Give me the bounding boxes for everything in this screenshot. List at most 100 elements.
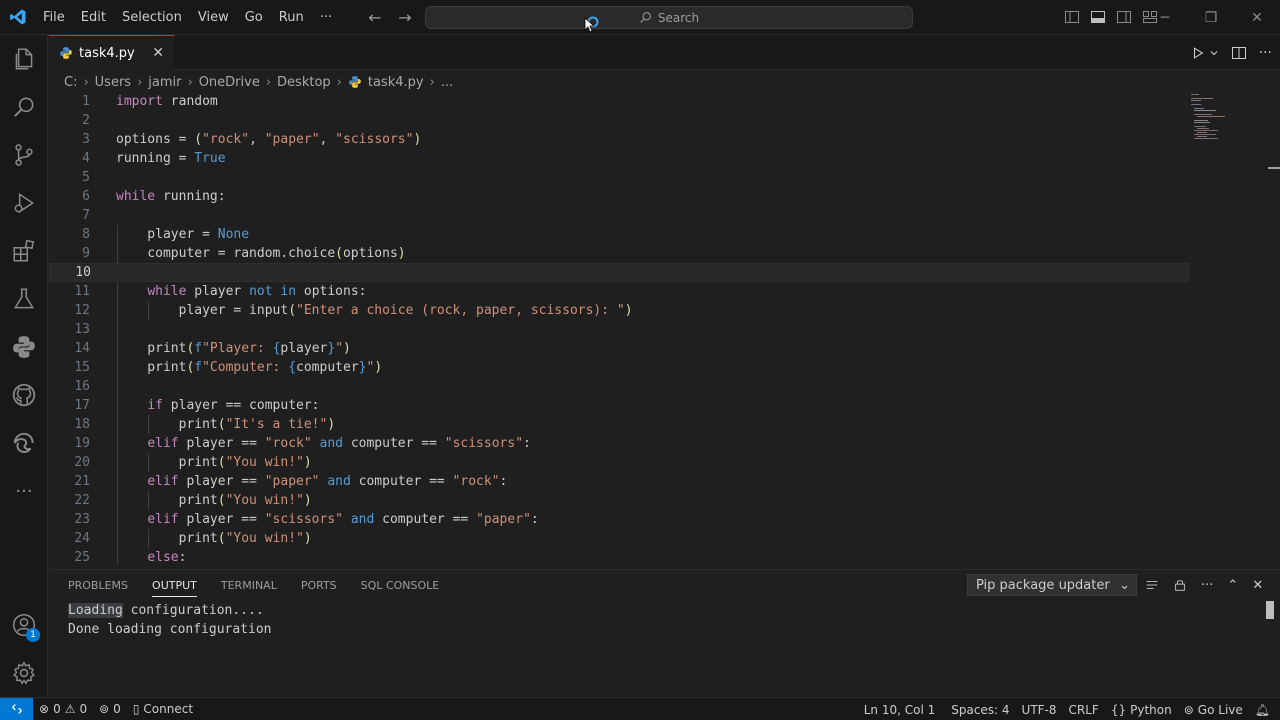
breadcrumb-file[interactable]: task4.py <box>368 75 424 90</box>
tab-problems[interactable]: PROBLEMS <box>68 579 128 592</box>
lock-scroll-icon[interactable] <box>1173 578 1187 592</box>
panel-actions: ··· ⌃ ✕ <box>1145 570 1263 600</box>
line-number: 6 <box>82 189 90 204</box>
close-tab-icon[interactable]: ✕ <box>152 45 164 61</box>
line-number: 1 <box>82 94 90 109</box>
close-window-icon[interactable]: ✕ <box>1234 0 1280 35</box>
menu-edit[interactable]: Edit <box>73 0 114 35</box>
back-arrow-icon[interactable]: ← <box>365 8 385 27</box>
toggle-secondary-sidebar-icon[interactable] <box>1116 9 1132 25</box>
run-dropdown-chevron-icon[interactable] <box>1209 48 1219 58</box>
line-number: 8 <box>82 227 90 242</box>
menu-view[interactable]: View <box>190 0 237 35</box>
split-editor-icon[interactable] <box>1231 45 1247 61</box>
problems-status[interactable]: ⊗ 0 ⚠ 0 <box>33 702 93 716</box>
bottom-panel: PROBLEMS OUTPUT TERMINAL PORTS SQL CONSO… <box>49 569 1280 697</box>
breadcrumb-jamir[interactable]: jamir <box>148 75 181 90</box>
explorer-icon[interactable] <box>0 35 48 83</box>
breadcrumb-drive[interactable]: C: <box>64 75 77 90</box>
maximize-panel-chevron-up-icon[interactable]: ⌃ <box>1227 578 1238 593</box>
code-text: print(f"Player: {player}") <box>116 341 351 356</box>
github-icon[interactable] <box>0 371 48 419</box>
code-line: 6 while running: <box>49 187 1189 206</box>
breadcrumb-symbol[interactable]: ... <box>441 75 453 90</box>
run-debug-icon[interactable] <box>0 179 48 227</box>
panel-more-icon[interactable]: ··· <box>1201 578 1213 593</box>
minimap[interactable] <box>1191 92 1251 142</box>
toggle-primary-sidebar-icon[interactable] <box>1064 9 1080 25</box>
code-line: 18 print("It's a tie!") <box>49 415 1189 434</box>
menu-more[interactable]: ··· <box>312 0 340 35</box>
breadcrumb-users[interactable]: Users <box>95 75 131 90</box>
notifications-bell-icon[interactable]: 🔔︎ <box>1249 703 1276 717</box>
settings-gear-icon[interactable] <box>0 649 48 697</box>
tab-ports[interactable]: PORTS <box>301 579 337 592</box>
code-text: computer = random.choice(options) <box>116 246 406 261</box>
toggle-panel-icon[interactable] <box>1090 9 1106 25</box>
code-text: elif player == "scissors" and computer =… <box>147 512 539 527</box>
editor-tab-bar: task4.py ✕ ··· <box>49 35 1280 70</box>
tab-sql-console[interactable]: SQL CONSOLE <box>361 579 440 592</box>
tab-terminal[interactable]: TERMINAL <box>221 579 277 592</box>
chevron-right-icon: › <box>137 74 143 90</box>
tab-output[interactable]: OUTPUT <box>152 579 197 597</box>
editor-more-actions-icon[interactable]: ··· <box>1259 45 1272 61</box>
code-text: elif player == "rock" and computer == "s… <box>147 436 531 451</box>
minimize-icon[interactable]: ─ <box>1142 0 1188 35</box>
clear-output-icon[interactable] <box>1145 578 1159 592</box>
python-file-icon <box>60 47 72 59</box>
vscode-logo-icon <box>0 0 35 35</box>
search-view-icon[interactable] <box>0 83 48 131</box>
code-editor[interactable]: 1 import random 2 3 options = ("rock", "pa… <box>49 92 1280 564</box>
code-line-active: 10 <box>49 263 1189 282</box>
extensions-icon[interactable] <box>0 227 48 275</box>
breadcrumb-onedrive[interactable]: OneDrive <box>199 75 260 90</box>
restore-icon[interactable]: ❐ <box>1188 0 1234 35</box>
connect-status[interactable]: ▯ Connect <box>127 702 199 716</box>
line-number: 22 <box>74 493 90 508</box>
code-text: player = input("Enter a choice (rock, pa… <box>116 303 633 318</box>
close-panel-icon[interactable]: ✕ <box>1252 578 1263 593</box>
output-content[interactable]: Loading configuration.... Done loading c… <box>68 601 272 639</box>
title-bar: File Edit Selection View Go Run ··· ← → … <box>0 0 1280 35</box>
output-line: Loading configuration.... <box>68 601 272 620</box>
run-python-file-icon[interactable] <box>1191 46 1205 60</box>
output-selected-word: Loading <box>68 603 123 618</box>
cursor-position[interactable]: Ln 10, Col 1 <box>858 703 942 717</box>
source-control-icon[interactable] <box>0 131 48 179</box>
code-text: while player not in options: <box>147 284 367 299</box>
go-live-button[interactable]: ⊚ Go Live <box>1178 703 1249 717</box>
edge-devtools-icon[interactable] <box>0 419 48 467</box>
panel-scrollbar-thumb[interactable] <box>1266 601 1274 619</box>
command-center-search[interactable]: Search <box>425 6 913 29</box>
editor-scrollbar[interactable] <box>1266 92 1280 564</box>
menu-file[interactable]: File <box>35 0 73 35</box>
breadcrumb: C: › Users › jamir › OneDrive › Desktop … <box>64 71 453 93</box>
menu-run[interactable]: Run <box>271 0 312 35</box>
chevron-down-icon: ⌄ <box>1119 577 1130 593</box>
menu-selection[interactable]: Selection <box>114 0 190 35</box>
editor-tab-task4[interactable]: task4.py ✕ <box>49 35 174 70</box>
code-text: import random <box>116 94 218 109</box>
accounts-icon[interactable]: 1 <box>0 601 48 649</box>
chevron-right-icon: › <box>265 74 272 90</box>
code-line: 24 print("You win!") <box>49 529 1189 548</box>
warning-icon: ⚠ <box>64 702 76 716</box>
navigation-arrows: ← → <box>365 0 415 35</box>
language-mode[interactable]: {} Python <box>1105 703 1178 717</box>
output-channel-select[interactable]: Pip package updater ⌄ <box>967 574 1137 596</box>
remote-indicator-icon[interactable] <box>0 697 33 720</box>
code-line: 13 <box>49 320 1189 339</box>
more-views-icon[interactable]: ··· <box>0 467 48 515</box>
forward-arrow-icon[interactable]: → <box>395 8 415 27</box>
indentation[interactable]: Spaces: 4 <box>945 703 1015 717</box>
python-icon[interactable] <box>0 323 48 371</box>
line-ending[interactable]: CRLF <box>1063 703 1105 717</box>
testing-flask-icon[interactable] <box>0 275 48 323</box>
ports-status[interactable]: ⊚ 0 <box>93 702 127 716</box>
encoding[interactable]: UTF-8 <box>1016 703 1063 717</box>
menu-go[interactable]: Go <box>237 0 271 35</box>
breadcrumb-desktop[interactable]: Desktop <box>277 75 331 90</box>
code-line: 22 print("You win!") <box>49 491 1189 510</box>
code-line: 4 running = True <box>49 149 1189 168</box>
